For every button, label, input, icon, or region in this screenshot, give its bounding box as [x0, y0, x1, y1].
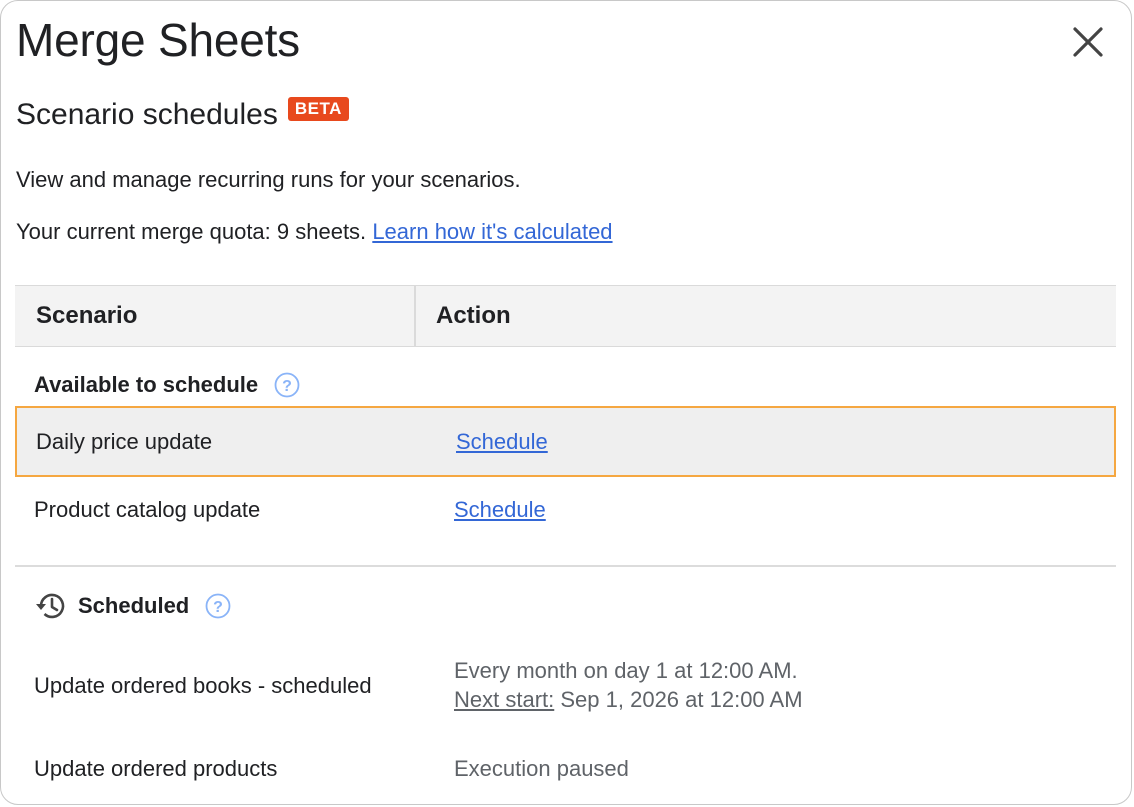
- scenario-name: Product catalog update: [34, 497, 261, 522]
- dialog-title: Merge Sheets: [16, 14, 300, 66]
- column-header-scenario: Scenario: [36, 302, 138, 329]
- section-divider: [15, 565, 1116, 567]
- quota-line: Your current merge quota: 9 sheets. Lear…: [16, 219, 613, 245]
- schedule-link[interactable]: Schedule: [456, 429, 548, 455]
- help-circle-icon[interactable]: ?: [205, 593, 231, 619]
- available-section-heading: Available to schedule ?: [34, 372, 300, 398]
- next-start-line: Next start: Sep 1, 2026 at 12:00 AM: [454, 687, 803, 713]
- merge-sheets-dialog: Merge Sheets Scenario schedules BETA Vie…: [0, 0, 1132, 805]
- svg-text:?: ?: [282, 378, 292, 395]
- scenario-name: Daily price update: [36, 429, 213, 454]
- close-icon: [1073, 27, 1103, 57]
- table-header: Scenario Action: [15, 285, 1116, 347]
- next-start-value: Sep 1, 2026 at 12:00 AM: [560, 687, 803, 712]
- scenario-name: Update ordered books - scheduled: [34, 673, 372, 698]
- learn-quota-link[interactable]: Learn how it's calculated: [372, 219, 612, 244]
- page-subtitle: Scenario schedules: [16, 98, 278, 131]
- column-divider: [414, 286, 416, 346]
- scheduled-heading-label: Scheduled: [78, 593, 190, 618]
- table-row: Update ordered products Execution paused: [15, 736, 1116, 796]
- help-circle-icon[interactable]: ?: [274, 372, 300, 398]
- schedule-frequency: Every month on day 1 at 12:00 AM.: [454, 658, 798, 683]
- quota-text: Your current merge quota: 9 sheets.: [16, 219, 367, 244]
- table-row[interactable]: Daily price update Schedule: [15, 406, 1116, 477]
- execution-status: Execution paused: [454, 756, 629, 781]
- history-icon: [34, 589, 68, 623]
- svg-text:?: ?: [213, 599, 223, 616]
- scenario-name: Update ordered products: [34, 756, 278, 781]
- schedule-link[interactable]: Schedule: [454, 497, 546, 523]
- column-header-action: Action: [436, 302, 511, 329]
- next-start-label[interactable]: Next start:: [454, 687, 554, 712]
- description-text: View and manage recurring runs for your …: [16, 167, 521, 192]
- beta-badge: BETA: [287, 97, 349, 121]
- close-button[interactable]: [1069, 23, 1107, 61]
- table-row: Product catalog update Schedule: [15, 477, 1116, 547]
- table-row: Update ordered books - scheduled Every m…: [15, 649, 1116, 729]
- available-heading-label: Available to schedule: [34, 372, 259, 397]
- subtitle-row: Scenario schedules BETA: [16, 97, 349, 132]
- scheduled-section-heading: Scheduled ?: [34, 589, 231, 623]
